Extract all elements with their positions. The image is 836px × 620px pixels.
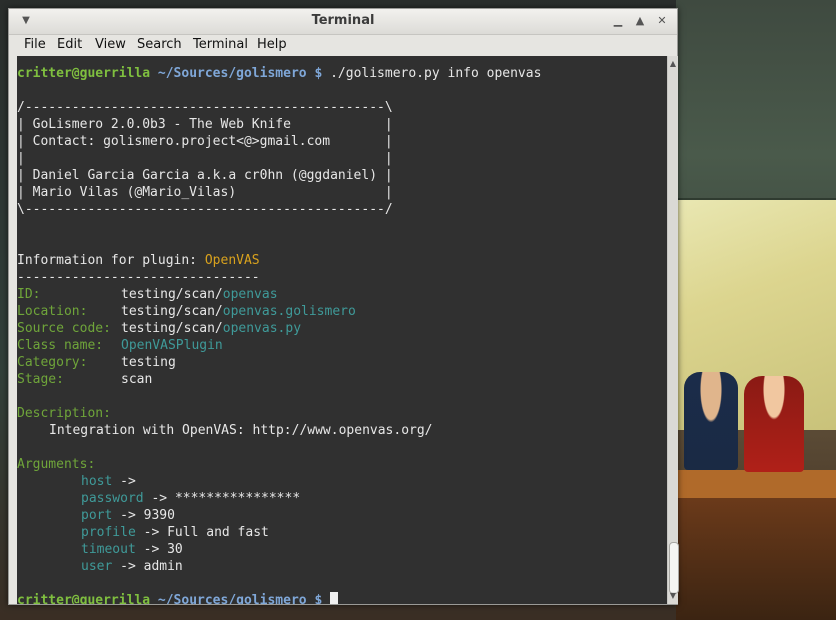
banner-line: /---------------------------------------… <box>17 100 393 115</box>
scroll-up-icon[interactable]: ▲ <box>668 58 678 70</box>
prompt-symbol: $ <box>314 66 323 81</box>
argument-name: timeout <box>81 542 136 557</box>
description-text: Integration with OpenVAS: http://www.ope… <box>49 423 433 438</box>
field-label: Source code: <box>17 321 111 336</box>
title-bar[interactable]: ▼ Terminal ▁ ▲ ✕ <box>9 9 677 35</box>
banner-line: | Mario Vilas (@Mario_Vilas) | <box>17 185 393 200</box>
field-value: testing <box>121 355 176 370</box>
close-icon[interactable]: ✕ <box>655 14 669 28</box>
field-label: Category: <box>17 355 88 370</box>
scrollbar-thumb[interactable] <box>669 542 679 594</box>
command-line: critter@guerrilla ~/Sources/golismero $ … <box>17 65 541 82</box>
banner-line: | Contact: golismero.project<@>gmail.com… <box>17 134 393 149</box>
argument-arrow: -> <box>120 474 136 489</box>
info-heading-text: Information for plugin: <box>17 253 205 268</box>
banner-line: | | <box>17 151 393 166</box>
banner-line: | GoLismero 2.0.0b3 - The Web Knife | <box>17 117 393 132</box>
argument-name: profile <box>81 525 136 540</box>
argument-row: port -> 9390 <box>81 507 175 524</box>
argument-name: user <box>81 559 113 574</box>
menu-search[interactable]: Search <box>137 37 182 52</box>
argument-arrow: -> <box>120 508 136 523</box>
argument-row: user -> admin <box>81 558 183 575</box>
wallpaper-figure-woman <box>744 376 804 472</box>
banner-line: \---------------------------------------… <box>17 202 393 217</box>
argument-name: port <box>81 508 113 523</box>
argument-row: password -> **************** <box>81 490 300 507</box>
arguments-label: Arguments: <box>17 457 96 472</box>
maximize-icon[interactable]: ▲ <box>633 14 647 28</box>
argument-name: host <box>81 474 113 489</box>
field-value: OpenVASPlugin <box>121 338 223 353</box>
argument-value: admin <box>143 559 183 574</box>
field-stage: Stage: scan <box>17 371 152 388</box>
terminal-output[interactable]: critter@guerrilla ~/Sources/golismero $ … <box>17 56 667 604</box>
scroll-down-icon[interactable]: ▼ <box>668 590 678 602</box>
argument-value: **************** <box>174 491 301 506</box>
description-label: Description: <box>17 406 111 421</box>
wallpaper-counter <box>676 470 836 498</box>
field-label: Class name: <box>17 338 104 353</box>
argument-arrow: -> <box>151 491 168 506</box>
command-text: ./golismero.py info openvas <box>330 66 542 81</box>
argument-row: profile -> Full and fast <box>81 524 269 541</box>
text-cursor <box>330 592 339 604</box>
minimize-icon[interactable]: ▁ <box>611 14 625 28</box>
plugin-name: OpenVAS <box>204 253 260 268</box>
argument-row: host -> <box>81 473 144 490</box>
argument-value: Full and fast <box>167 525 269 540</box>
menu-file[interactable]: File <box>24 37 46 52</box>
argument-row: timeout -> 30 <box>81 541 183 558</box>
field-value: openvas.py <box>222 321 302 336</box>
argument-arrow: -> <box>143 542 160 557</box>
argument-arrow: -> <box>143 525 160 540</box>
field-prefix: testing/scan/ <box>121 304 223 319</box>
menu-help[interactable]: Help <box>257 37 287 52</box>
field-value: openvas.golismero <box>222 304 356 319</box>
info-heading: Information for plugin: OpenVAS <box>17 252 260 269</box>
field-value: scan <box>121 372 153 387</box>
argument-value: 9390 <box>143 508 175 523</box>
field-label: ID: <box>17 287 41 302</box>
field-id: ID: testing/scan/openvas <box>17 286 278 303</box>
field-value: openvas <box>222 287 278 302</box>
argument-name: password <box>81 491 144 506</box>
prompt-user-host: critter@guerrilla <box>17 66 151 81</box>
menu-view[interactable]: View <box>95 37 126 52</box>
prompt-path: ~/Sources/golismero <box>157 593 307 604</box>
menu-edit[interactable]: Edit <box>57 37 82 52</box>
field-source-code: Source code: testing/scan/openvas.py <box>17 320 301 337</box>
field-category: Category: testing <box>17 354 176 371</box>
wallpaper-counter-base <box>676 498 836 620</box>
field-class-name: Class name: OpenVASPlugin <box>17 337 223 354</box>
menu-terminal[interactable]: Terminal <box>193 37 248 52</box>
banner-line: | Daniel Garcia Garcia a.k.a cr0hn (@ggd… <box>17 168 393 183</box>
window-title: Terminal <box>311 13 375 28</box>
vertical-scrollbar[interactable]: ▲ ▼ <box>667 56 679 604</box>
field-label: Location: <box>17 304 88 319</box>
prompt-symbol: $ <box>314 593 323 604</box>
field-prefix: testing/scan/ <box>121 321 223 336</box>
info-separator: ------------------------------- <box>17 270 260 285</box>
field-label: Stage: <box>17 372 64 387</box>
argument-arrow: -> <box>120 559 136 574</box>
field-location: Location: testing/scan/openvas.golismero <box>17 303 356 320</box>
terminal-window: ▼ Terminal ▁ ▲ ✕ File Edit View Search T… <box>8 8 679 605</box>
argument-value: 30 <box>167 542 183 557</box>
menu-bar: File Edit View Search Terminal Help <box>9 35 677 55</box>
current-prompt[interactable]: critter@guerrilla ~/Sources/golismero $ <box>17 592 339 604</box>
wallpaper-figure-man <box>684 372 738 470</box>
field-prefix: testing/scan/ <box>121 287 223 302</box>
prompt-user-host: critter@guerrilla <box>17 593 151 604</box>
prompt-path: ~/Sources/golismero <box>157 66 307 81</box>
